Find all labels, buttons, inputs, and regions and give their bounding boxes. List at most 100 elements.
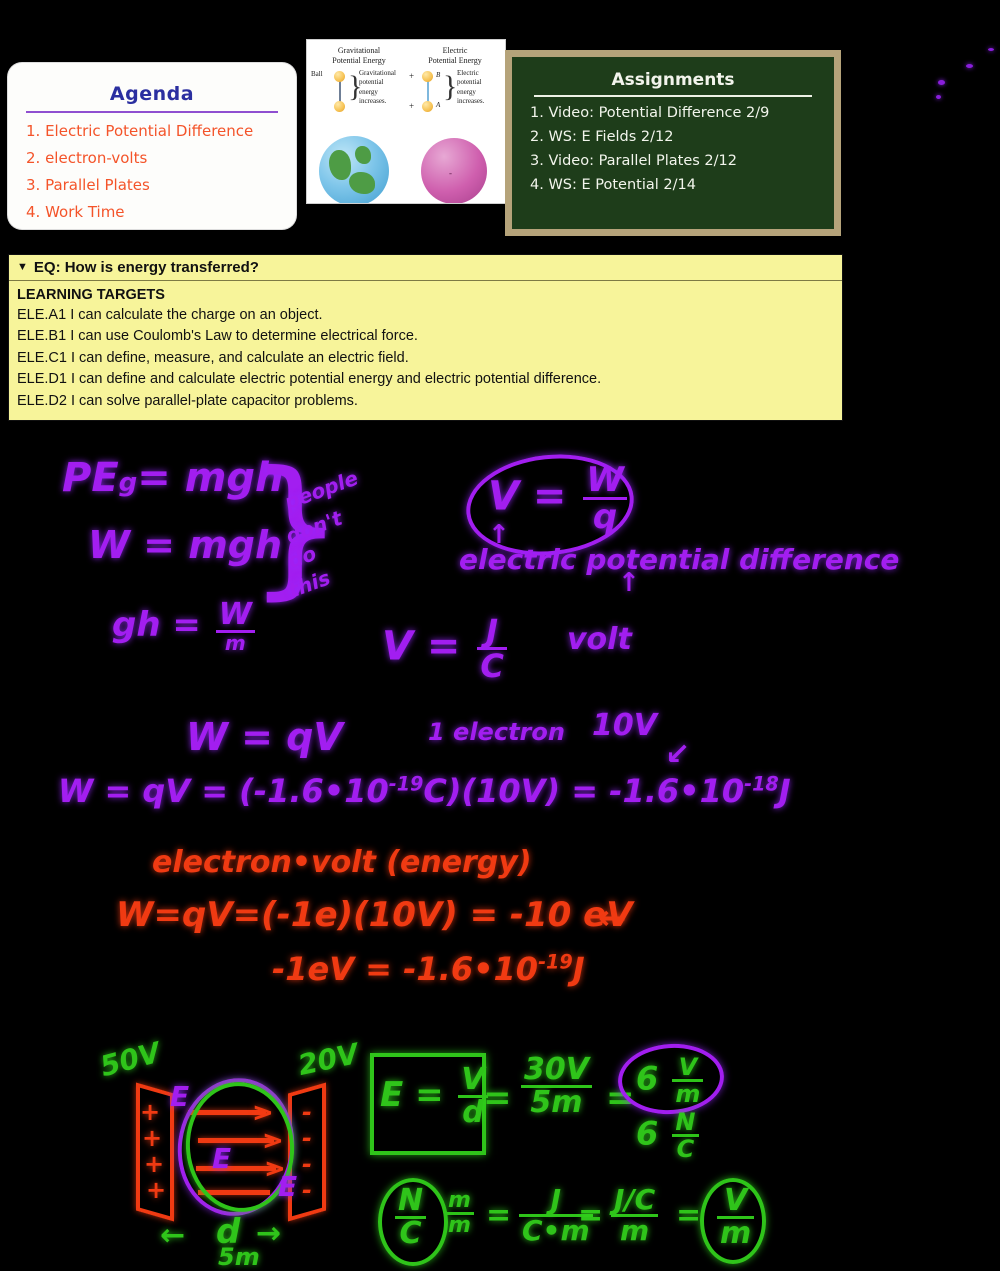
learning-targets-heading: LEARNING TARGETS [17, 287, 165, 303]
e-result: 6 V m [636, 1055, 706, 1106]
e-calc-frac1-denominator: 5m [521, 1085, 592, 1118]
unit-nc-numerator: N [398, 1183, 424, 1218]
figure-point-a-label: A [436, 101, 441, 109]
note-peg-symbol: PE [62, 455, 119, 501]
unit-equals-2: = [578, 1198, 604, 1233]
note-arrow-up-2: ↑ [618, 568, 640, 598]
note-vjc-left: V = [382, 623, 461, 670]
figure-right-title-line2: Potential Energy [428, 56, 482, 65]
assignments-divider [534, 95, 812, 97]
figure-right-caption-line2: potential [457, 78, 482, 87]
agenda-divider [26, 111, 278, 113]
e-calc-fraction-1: 30V 5m [518, 1055, 595, 1118]
ink-speck [966, 64, 973, 68]
unit-jcoverm: J/C m [608, 1186, 661, 1245]
unit-jcoverm-fraction: J/C m [611, 1186, 659, 1245]
e-result-alt-denominator: C [672, 1134, 699, 1161]
e-result-alt-units: N C [672, 1110, 699, 1161]
e-calc-equals-1: = [483, 1078, 512, 1118]
agenda-item-3: 3. Parallel Plates [26, 176, 150, 194]
note-peg-subscript: g [118, 468, 138, 498]
agenda-item-2: 2. electron-volts [26, 149, 148, 167]
unit-vm: V m [714, 1186, 757, 1249]
figure-right-brace: } [443, 70, 458, 103]
note-gh-left: gh = [112, 605, 201, 645]
learning-target-a1: ELE.A1 I can calculate the charge on an … [17, 307, 323, 323]
note-work-calc-part-b: C)(10V) = -1.6•10 [423, 772, 745, 810]
agenda-item-4: 4. Work Time [26, 203, 125, 221]
figure-left-caption-line3: energy [359, 87, 378, 96]
distance-arrow-left: ← [160, 1218, 186, 1253]
plate-plus-sign-2: + [142, 1124, 163, 1152]
e-result-units: V m [672, 1055, 704, 1106]
figure-ball-top [334, 71, 345, 82]
chevron-down-icon[interactable]: ▼ [17, 262, 28, 273]
note-v-denominator: q [583, 497, 627, 534]
assignment-item-1: 1. Video: Potential Difference 2/9 [530, 105, 770, 121]
ink-speck [988, 48, 994, 51]
agenda-card: Agenda 1. Electric Potential Difference … [8, 63, 296, 229]
note-v-left: V = [488, 473, 567, 520]
e-result-denominator: m [672, 1079, 704, 1106]
note-ev-calculation: W=qV=(-1e)(10V) = -10 eV [116, 895, 633, 935]
plate-minus-sign-2: - [302, 1124, 312, 1152]
essential-question-bar[interactable]: ▼ EQ: How is energy transferred? [9, 255, 842, 281]
note-epd-label: electric potential difference [459, 543, 900, 576]
unit-vm-denominator: m [717, 1216, 755, 1249]
note-v-fraction: W q [583, 463, 627, 534]
plate-minus-sign-4: - [302, 1176, 312, 1204]
note-work-calc-exponent-2: -18 [744, 772, 779, 796]
plate-minus-sign-3: - [302, 1150, 312, 1178]
learning-target-d2: ELE.D2 I can solve parallel-plate capaci… [17, 392, 358, 409]
figure-point-b-label: B [436, 71, 441, 79]
note-arrow-to-answer-1: ↙ [665, 737, 691, 772]
unit-mm-numerator: m [448, 1188, 471, 1213]
potential-energy-figure: Gravitational Potential Energy Electric … [306, 39, 506, 204]
e-field-label-top: E [170, 1080, 190, 1113]
note-work-calculation: W = qV = (-1.6•10-19C)(10V) = -1.6•10-18… [58, 772, 791, 810]
agenda-item-1: 1. Electric Potential Difference [26, 122, 254, 140]
note-gh-denominator: m [215, 630, 255, 653]
note-v-units: V = J C [382, 615, 510, 682]
figure-ball-label: Ball [311, 70, 323, 78]
note-work-calc-part-c: J [778, 772, 791, 810]
note-arrow-to-answer-2: ← [598, 898, 627, 938]
figure-left-title: Gravitational Potential Energy [311, 46, 407, 66]
learning-target-b1: ELE.B1 I can use Coulomb's Law to determ… [17, 328, 418, 345]
assignment-item-4: 4. WS: E Potential 2/14 [530, 177, 696, 193]
figure-charge-top-sign: + [409, 71, 415, 81]
unit-vm-numerator: V [724, 1183, 748, 1218]
unit-mm-fraction: m m [445, 1190, 474, 1237]
e-result-alt: 6 N C [636, 1110, 702, 1161]
figure-left-caption-line1: Gravitational [359, 69, 396, 77]
figure-ball-bottom [334, 101, 345, 112]
e-field-label-bottom: E [278, 1170, 298, 1203]
e-field-label-mid: E [212, 1142, 232, 1175]
learning-target-c1: ELE.C1 I can define, measure, and calcul… [17, 349, 409, 366]
figure-left-caption-line4: increases. [359, 97, 387, 106]
note-ev-definition: -1eV = -1.6•10-19J [272, 950, 585, 988]
note-w-qv: W = qV [186, 715, 343, 759]
figure-right-title-line1: Electric [442, 46, 468, 55]
unit-mm-denominator: m [445, 1212, 474, 1237]
plate-plus-sign-1: + [140, 1098, 161, 1126]
note-v-numerator: W [586, 460, 624, 500]
figure-right-caption: Electric potential energy increases. [457, 69, 484, 107]
figure-left-caption-line2: potential [359, 78, 384, 87]
earth-illustration [319, 136, 389, 203]
note-work-calc-exponent-1: -19 [388, 772, 424, 796]
assignments-board: Assignments 1. Video: Potential Differen… [505, 50, 841, 236]
unit-equals-1: = [486, 1198, 512, 1233]
note-vjc-denominator: C [477, 647, 507, 682]
unit-nc-fraction: N C [395, 1183, 427, 1249]
note-electron-volt-title: electron•volt (energy) [152, 845, 532, 880]
assignments-board-surface: Assignments 1. Video: Potential Differen… [512, 57, 834, 229]
e-result-alt-value: 6 [636, 1114, 659, 1153]
figure-left-caption: Gravitational potential energy increases… [359, 69, 396, 107]
note-ten-volts: 10V [592, 708, 657, 743]
unit-jcoverm-denominator: m [611, 1214, 659, 1245]
unit-vm-fraction: V m [717, 1183, 755, 1249]
sphere-charge-sign: - [449, 168, 452, 178]
distance-value: 5m [218, 1243, 260, 1271]
figure-charge-bottom [422, 101, 433, 112]
